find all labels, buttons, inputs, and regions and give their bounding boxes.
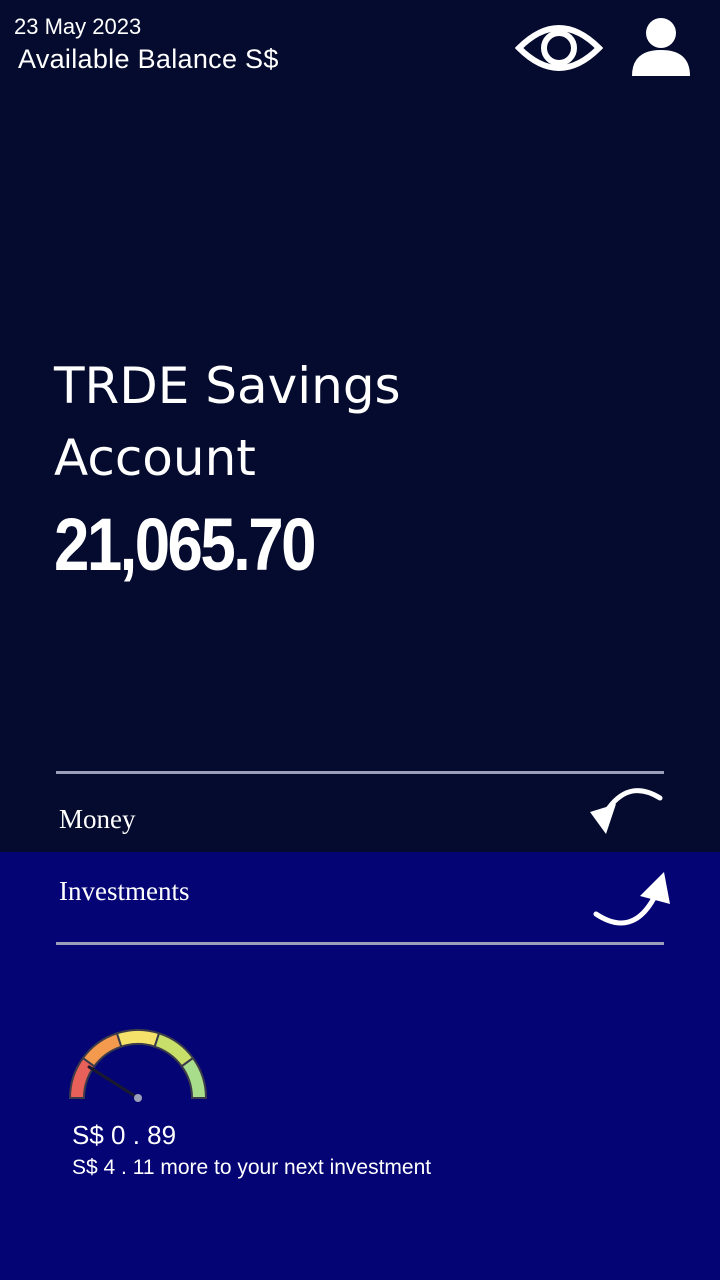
profile-button[interactable]	[630, 16, 692, 78]
next-investment-note: S$ 4 . 11 more to your next investment	[72, 1156, 432, 1179]
eye-icon	[514, 25, 604, 71]
invested-amount: S$ 0 . 89	[72, 1120, 177, 1150]
account-balance-amount: 21,065.70	[54, 503, 316, 586]
gauge-needle	[87, 1065, 140, 1100]
gauge-segment	[81, 1032, 123, 1068]
money-label: Money	[59, 804, 136, 834]
investment-progress-gauge	[68, 1029, 208, 1102]
toggle-balance-visibility-button[interactable]	[514, 22, 604, 74]
available-balance-label: Available Balance S$	[18, 44, 279, 74]
divider-bottom	[56, 942, 664, 945]
money-nav-item[interactable]: Money	[56, 788, 664, 850]
curved-arrow-down-left-icon	[590, 788, 663, 834]
investments-nav-item[interactable]: Investments	[56, 862, 670, 926]
divider-top	[56, 771, 664, 774]
user-icon	[632, 18, 690, 76]
investments-label: Investments	[59, 876, 190, 906]
curved-arrow-up-right-icon	[593, 872, 670, 926]
account-title: TRDE Savings Account	[54, 357, 401, 487]
gauge-segment	[180, 1056, 208, 1099]
gauge-segment	[115, 1029, 161, 1048]
current-date: 23 May 2023	[14, 14, 142, 39]
gauge-pivot	[134, 1094, 142, 1102]
